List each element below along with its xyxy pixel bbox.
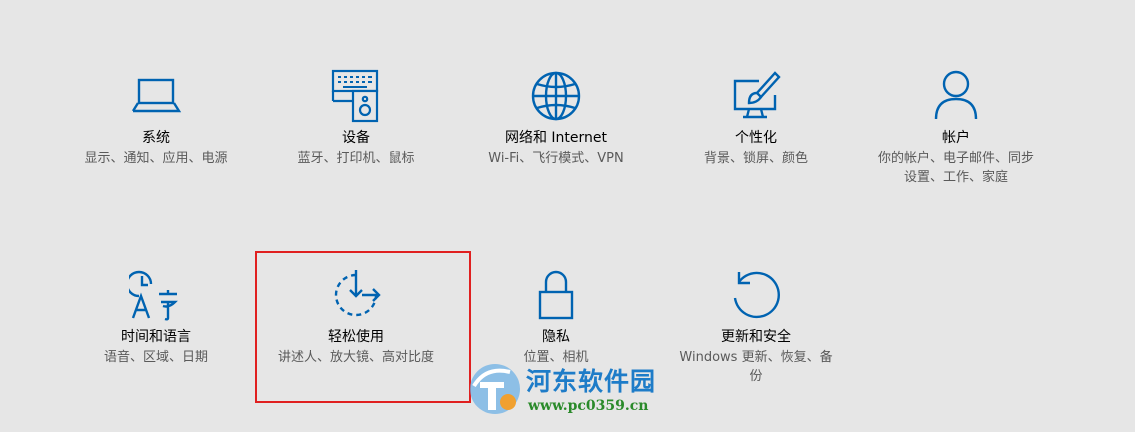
tile-time-language-desc: 语音、区域、日期 [103, 350, 208, 365]
globe-icon [529, 69, 583, 123]
tile-update-security-title: 更新和安全 [721, 329, 791, 345]
watermark-url: www.pc0359.cn [528, 398, 649, 414]
tile-network-desc: Wi-Fi、飞行模式、VPN [488, 151, 624, 166]
tile-privacy-title: 隐私 [542, 329, 570, 345]
tile-accounts-desc: 你的帐户、电子邮件、同步设置、工作、家庭 [877, 151, 1034, 185]
tile-personalization-desc: 背景、锁屏、颜色 [703, 151, 808, 166]
tile-system[interactable]: 系统 显示、通知、应用、电源 [56, 69, 256, 168]
tile-devices[interactable]: 设备 蓝牙、打印机、鼠标 [256, 69, 456, 168]
tile-personalization-title: 个性化 [735, 130, 777, 146]
tile-update-security-desc: Windows 更新、恢复、备份 [679, 350, 833, 384]
watermark-logo-icon [470, 364, 520, 414]
tile-accounts-title: 帐户 [942, 130, 970, 146]
tile-update-security[interactable]: 更新和安全 Windows 更新、恢复、备份 [656, 268, 856, 386]
tile-system-title: 系统 [142, 130, 170, 146]
laptop-icon [129, 69, 183, 123]
paintbrush-icon [729, 69, 783, 123]
tile-personalization[interactable]: 个性化 背景、锁屏、颜色 [656, 69, 856, 168]
lock-icon [529, 268, 583, 322]
tile-privacy[interactable]: 隐私 位置、相机 [456, 268, 656, 367]
tile-time-language[interactable]: 时间和语言 语音、区域、日期 [56, 268, 256, 367]
person-icon [929, 69, 983, 123]
tile-network-title: 网络和 Internet [504, 130, 608, 146]
watermark: 河东软件园 www.pc0359.cn [466, 356, 676, 420]
tile-time-language-title: 时间和语言 [121, 329, 191, 345]
devices-icon [329, 69, 383, 123]
tile-network[interactable]: 网络和 Internet Wi-Fi、飞行模式、VPN [456, 69, 656, 168]
tile-devices-desc: 蓝牙、打印机、鼠标 [297, 151, 415, 166]
highlight-box [255, 251, 471, 403]
time-language-icon [129, 268, 183, 322]
refresh-icon [729, 268, 783, 322]
tile-system-desc: 显示、通知、应用、电源 [84, 151, 228, 166]
tile-accounts[interactable]: 帐户 你的帐户、电子邮件、同步设置、工作、家庭 [856, 69, 1056, 187]
tile-devices-title: 设备 [342, 130, 370, 146]
watermark-name: 河东软件园 [526, 367, 657, 396]
